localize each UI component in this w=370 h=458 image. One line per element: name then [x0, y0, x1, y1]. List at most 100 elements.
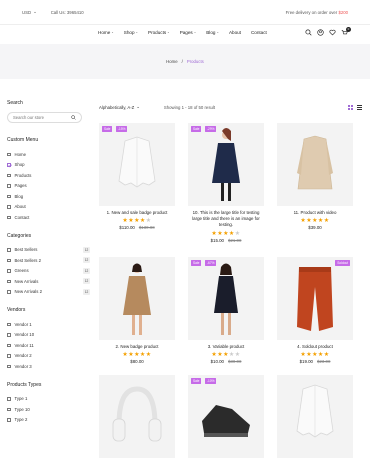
product-image[interactable]: Sale -29% [188, 123, 264, 206]
product-title[interactable]: 3. Variable product [188, 344, 264, 350]
checkbox[interactable] [7, 418, 11, 422]
nav-home[interactable]: Home ⌄ [98, 30, 114, 35]
product-card[interactable]: Sale -10% [188, 375, 264, 458]
search-icon[interactable] [305, 28, 312, 36]
breadcrumb-home[interactable]: Home [166, 59, 177, 64]
checkbox[interactable] [7, 205, 11, 209]
promo-text: Free delivery on order over $200 [286, 10, 348, 15]
breadcrumb-current: Products [186, 59, 204, 64]
type-item[interactable]: Type 10 [7, 404, 92, 415]
nav-blog[interactable]: Blog ⌄ [206, 30, 219, 35]
cart-icon[interactable]: 0 [341, 26, 351, 36]
checkbox[interactable] [7, 269, 11, 273]
user-icon[interactable] [317, 28, 324, 36]
product-image[interactable] [99, 375, 175, 458]
product-card[interactable]: Sale -29% 10. This is the large title fo… [188, 123, 264, 243]
product-card[interactable]: Sale -67% 3. Variable product ★★★★★ $10.… [188, 257, 264, 364]
grid-view-icon[interactable] [348, 104, 353, 110]
checkbox[interactable] [7, 364, 11, 368]
product-title[interactable]: 1. New and sale badge product [99, 210, 175, 216]
product-title[interactable]: 4. Soldout product [277, 344, 353, 350]
product-image[interactable] [277, 123, 353, 206]
vendor-item[interactable]: Vendor 11 [7, 340, 92, 351]
checkbox[interactable] [7, 248, 11, 252]
product-title[interactable]: 11. Product with video [277, 210, 353, 216]
discount-badge: -10% [205, 378, 217, 384]
menu-item[interactable]: Pages [7, 181, 92, 192]
product-title[interactable]: 2. New badge product [99, 344, 175, 350]
nav-about[interactable]: About [229, 30, 241, 35]
white-jacket-image [118, 136, 156, 188]
model-black-dress-image [214, 263, 238, 335]
rust-pants-image [297, 267, 333, 331]
sort-label: Alphabetically, A-Z [99, 104, 135, 110]
type-item[interactable]: Type 1 [7, 394, 92, 405]
sort-select[interactable]: Alphabetically, A-Z ⌄ [99, 104, 140, 110]
product-image[interactable] [99, 257, 175, 340]
menu-item[interactable]: Home [7, 149, 92, 160]
price-current: $110.00 [119, 225, 135, 231]
rating-stars: ★★★★★ [300, 351, 330, 359]
checkbox[interactable] [7, 333, 11, 337]
product-image[interactable]: Sale -15% [99, 123, 175, 206]
custom-menu-title: Custom Menu [7, 137, 39, 143]
checkbox[interactable] [7, 215, 11, 219]
vendor-item[interactable]: Vendor 3 [7, 361, 92, 372]
list-view-icon[interactable] [357, 104, 362, 110]
nav-contact[interactable]: Contact [251, 30, 267, 35]
sale-badge: Sale [191, 126, 202, 132]
product-card[interactable] [277, 375, 353, 458]
product-card[interactable] [99, 375, 175, 458]
nav-pages[interactable]: Pages ⌄ [180, 30, 197, 35]
checkbox-checked[interactable] [7, 163, 11, 167]
vendor-label: Vendor 3 [14, 363, 32, 369]
checkbox[interactable] [7, 322, 11, 326]
vendor-item[interactable]: Vendor 2 [7, 351, 92, 362]
category-item[interactable]: New Arrivals 12 [7, 276, 92, 287]
menu-item[interactable]: Blog [7, 191, 92, 202]
vendor-item[interactable]: Vendor 10 [7, 330, 92, 341]
vendor-item[interactable]: Vendor 1 [7, 319, 92, 330]
checkbox[interactable] [7, 354, 11, 358]
search-icon[interactable] [71, 114, 76, 121]
search-input[interactable] [13, 115, 68, 120]
menu-item[interactable]: Products [7, 170, 92, 181]
currency-selector[interactable]: USD ⌄ [22, 9, 37, 15]
vendor-label: Vendor 2 [14, 353, 32, 359]
nav-shop[interactable]: Shop ⌄ [124, 30, 138, 35]
product-card[interactable]: Sale -15% 1. New and sale badge product … [99, 123, 175, 230]
product-card[interactable]: 2. New badge product ★★★★★ $80.00 [99, 257, 175, 364]
menu-item[interactable]: About [7, 202, 92, 213]
teddy-coat-image [297, 135, 333, 190]
menu-item[interactable]: Shop [7, 160, 92, 171]
product-image[interactable]: Sale -10% [188, 375, 264, 458]
checkbox[interactable] [7, 258, 11, 262]
checkbox[interactable] [7, 279, 11, 283]
vendors: Vendors Vendor 1 Vendor 10 Vendor 11 Ven… [7, 307, 92, 372]
nav-products[interactable]: Products ⌄ [148, 30, 170, 35]
checkbox[interactable] [7, 194, 11, 198]
type-item[interactable]: Type 2 [7, 415, 92, 426]
checkbox[interactable] [7, 407, 11, 411]
product-title[interactable]: 10. This is the large title for testing … [188, 210, 264, 229]
checkbox[interactable] [7, 343, 11, 347]
category-item[interactable]: New Arrivals 2 12 [7, 287, 92, 298]
category-item[interactable]: Greens 12 [7, 266, 92, 277]
product-image[interactable] [277, 375, 353, 458]
nav-label: Shop [123, 29, 135, 35]
checkbox[interactable] [7, 184, 11, 188]
checkbox[interactable] [7, 290, 11, 294]
checkbox[interactable] [7, 173, 11, 177]
main-nav: Home ⌄ Shop ⌄ Products ⌄ Pages ⌄ Blog ⌄ About… [98, 30, 267, 35]
category-item[interactable]: Best Sellers 12 [7, 245, 92, 256]
product-card[interactable]: 11. Product with video ★★★★★ $39.00 [277, 123, 353, 230]
category-item[interactable]: Best Sellers 2 12 [7, 255, 92, 266]
product-image[interactable]: Sale -67% [188, 257, 264, 340]
checkbox[interactable] [7, 152, 11, 156]
product-image[interactable]: Soldout [277, 257, 353, 340]
product-card[interactable]: Soldout 4. Soldout product ★★★★★ $19.00 $… [277, 257, 353, 364]
menu-item[interactable]: Contact [7, 212, 92, 223]
heart-icon[interactable] [329, 29, 336, 36]
checkbox[interactable] [7, 397, 11, 401]
phone-label: Call Us: 3965410 [50, 9, 84, 15]
